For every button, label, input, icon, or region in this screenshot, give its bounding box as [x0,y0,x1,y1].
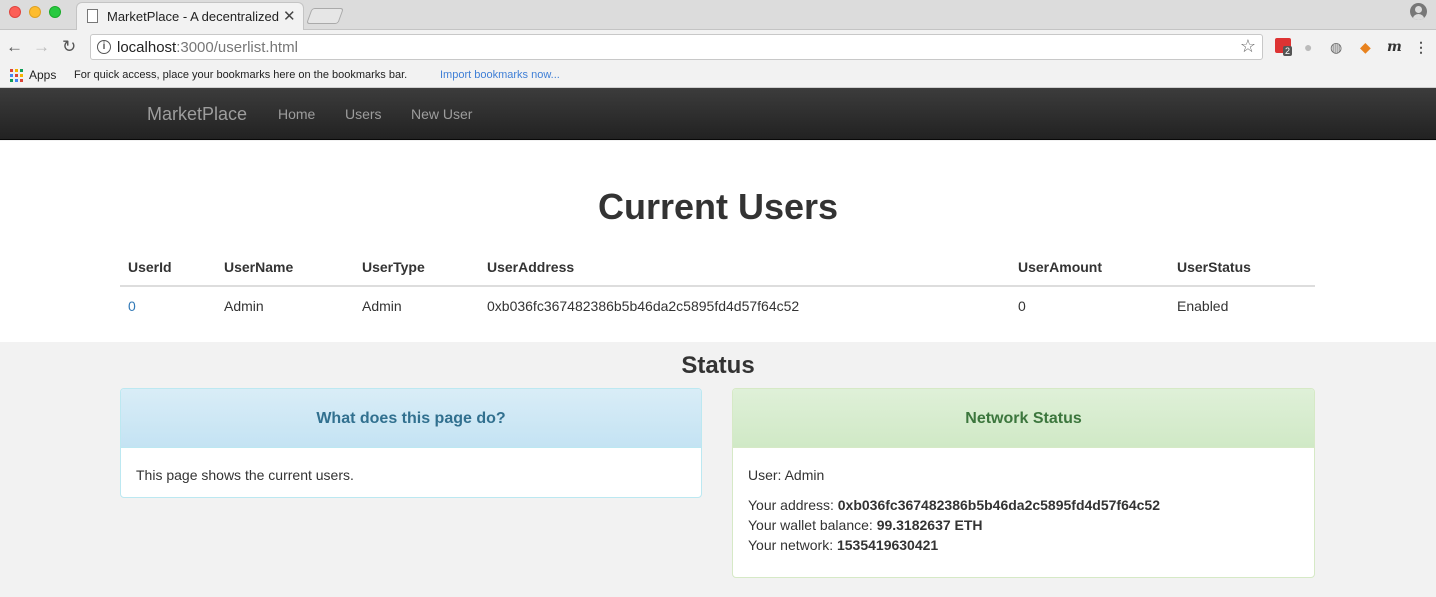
bookmarks-hint: For quick access, place your bookmarks h… [74,69,408,81]
tab-close-icon[interactable]: ✕ [283,7,296,25]
address-value: 0xb036fc367482386b5b46da2c5895fd4d57f64c… [837,497,1161,513]
cell-useramount: 0 [1018,297,1026,314]
reload-icon[interactable]: ↻ [62,37,76,57]
address-label: Your address: [748,497,834,513]
browser-menu-icon[interactable]: ⋮ [1414,39,1428,56]
cell-userid: 0 [120,286,216,324]
cell-usertype: Admin [362,297,402,314]
user-id-link[interactable]: 0 [128,298,136,314]
status-heading: Status [681,352,755,379]
nav-link-new-user[interactable]: New User [411,106,472,122]
column-header-userstatus: UserStatus [1169,249,1315,287]
zoom-window-button[interactable] [49,6,61,18]
cell-userstatus: Enabled [1177,297,1229,314]
extension-globe-icon[interactable]: ◍ [1330,39,1342,56]
url-host: localhost [117,39,177,56]
import-bookmarks-link[interactable]: Import bookmarks now... [440,69,560,81]
column-header-userid: UserId [120,249,216,287]
column-header-useraddress: UserAddress [479,249,1010,287]
column-header-usertype: UserType [354,249,479,287]
info-panel: What does this page do? This page shows … [120,388,702,498]
extension-badge: 2 [1283,46,1293,56]
back-arrow-icon[interactable]: ← [6,37,23,57]
cell-username: Admin [224,297,264,314]
extension-m-icon[interactable]: m [1387,39,1402,55]
network-status-panel: Network Status User: Admin Your address:… [732,388,1315,578]
metamask-fox-icon[interactable]: ◆ [1360,39,1371,56]
nav-link-users[interactable]: Users [345,106,382,122]
minimize-window-button[interactable] [29,6,41,18]
network-label: Your network: [748,537,834,553]
browser-toolbar: ← → ↻ i localhost:3000/userlist.html ☆ 2… [0,31,1436,64]
info-panel-body: This page shows the current users. [136,467,354,483]
cell-useraddress: 0xb036fc367482386b5b46da2c5895fd4d57f64c… [487,297,800,314]
info-panel-title: What does this page do? [121,389,701,448]
page-title: Current Users [597,186,839,227]
network-panel-title: Network Status [733,389,1314,448]
network-line: Your network: 1535419630421 [748,535,1299,555]
network-panel-body: User: Admin Your address: 0xb036fc367482… [733,448,1314,572]
document-icon [87,9,98,23]
extension-red-icon[interactable]: 2 [1275,38,1293,56]
address-bar[interactable]: i localhost:3000/userlist.html ☆ [90,34,1263,60]
forward-arrow-icon[interactable]: → [33,37,50,57]
close-window-button[interactable] [9,6,21,18]
network-value: 1535419630421 [836,537,939,553]
balance-label: Your wallet balance: [748,517,873,533]
bookmarks-bar: Apps For quick access, place your bookma… [0,64,1436,88]
apps-label[interactable]: Apps [29,68,56,82]
window-titlebar: MarketPlace - A decentralized ✕ [0,0,1436,30]
new-tab-button[interactable] [306,8,344,24]
column-header-useramount: UserAmount [1010,249,1169,287]
bookmark-star-icon[interactable]: ☆ [1240,36,1256,57]
balance-line: Your wallet balance: 99.3182637 ETH [748,515,1299,535]
extension-circle-icon[interactable]: ● [1304,39,1312,55]
column-header-username: UserName [216,249,354,287]
url-text: localhost:3000/userlist.html [117,39,298,56]
tab-title: MarketPlace - A decentralized [107,9,279,24]
nav-link-home[interactable]: Home [278,106,315,122]
table-row: 0 Admin Admin 0xb036fc367482386b5b46da2c… [120,286,1315,324]
users-table: UserId UserName UserType UserAddress Use… [120,249,1315,324]
main-content: Current Users UserId UserName UserType U… [0,141,1436,342]
table-header-row: UserId UserName UserType UserAddress Use… [120,249,1315,287]
profile-icon[interactable] [1410,3,1427,20]
browser-tab[interactable]: MarketPlace - A decentralized ✕ [76,2,304,30]
balance-value: 99.3182637 ETH [876,517,983,533]
site-navbar: MarketPlace Home Users New User [0,88,1436,140]
apps-grid-icon[interactable] [10,69,23,82]
info-icon[interactable]: i [97,40,111,54]
current-user-line: User: Admin [748,467,825,483]
navbar-brand[interactable]: MarketPlace [147,104,247,125]
address-line: Your address: 0xb036fc367482386b5b46da2c… [748,495,1299,515]
url-path: :3000/userlist.html [176,39,298,56]
